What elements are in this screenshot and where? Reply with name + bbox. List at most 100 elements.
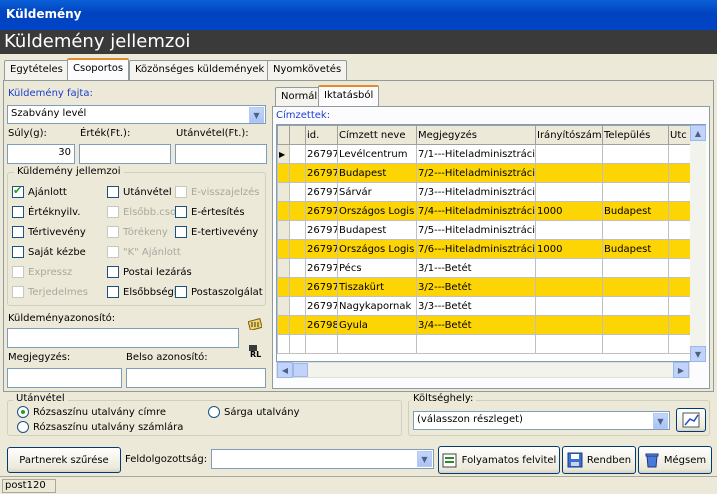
checkbox-0[interactable]: Ajánlott	[12, 184, 67, 198]
radio-pink-address[interactable]: Rózsaszínu utalvány címre	[17, 406, 166, 418]
internal-field[interactable]	[126, 368, 266, 388]
scroll-thumb[interactable]	[293, 363, 308, 377]
table-row[interactable]: 26798 Gyula 3/4---Betét	[277, 315, 705, 335]
column-header[interactable]: Címzett neve	[337, 125, 417, 145]
checkbox-box[interactable]	[12, 184, 24, 198]
cost-select[interactable]: (válasszon részleget) ▼	[413, 411, 670, 430]
note-field[interactable]	[7, 368, 122, 388]
row-selector[interactable]	[277, 239, 290, 259]
column-header[interactable]: id.	[305, 125, 338, 145]
checkbox-box[interactable]	[175, 286, 187, 298]
vertical-scrollbar[interactable]: ▲ ▼	[690, 125, 706, 362]
radio-icon[interactable]	[208, 406, 220, 418]
checkbox-box[interactable]	[12, 246, 24, 258]
cell-note: 7/4---Hiteladminisztráció	[416, 201, 536, 221]
cod-field[interactable]	[175, 144, 267, 164]
row-check[interactable]	[289, 201, 306, 221]
tab-kozonseges[interactable]: Közönséges küldemények	[129, 60, 271, 80]
row-check[interactable]	[289, 277, 306, 297]
scroll-up-icon[interactable]: ▲	[690, 125, 706, 141]
type-select[interactable]: Szabvány levél ▼	[7, 105, 266, 124]
scroll-left-icon[interactable]: ◀	[277, 362, 293, 378]
table-row[interactable]: 26797 Országos Logis 7/6---Hiteladminisztr…	[277, 239, 705, 259]
row-selector[interactable]	[277, 258, 290, 278]
radio-icon[interactable]	[17, 406, 29, 418]
table-row[interactable]: 26797 Nagykapornak 3/3---Betét	[277, 296, 705, 316]
radio-yellow[interactable]: Sárga utalvány	[208, 406, 300, 418]
cell-zip	[535, 163, 603, 183]
id-field[interactable]	[7, 328, 239, 348]
recipients-label: Címzettek:	[276, 110, 331, 121]
value-field[interactable]	[79, 144, 171, 164]
row-check[interactable]	[289, 239, 306, 259]
chevron-down-icon[interactable]: ▼	[653, 413, 668, 429]
chart-button[interactable]	[676, 408, 706, 432]
row-check[interactable]	[289, 163, 306, 183]
row-selector[interactable]	[277, 315, 290, 335]
subtab-normal[interactable]: Normál	[275, 87, 324, 107]
column-header[interactable]: Település	[602, 125, 669, 145]
barcode-icon[interactable]	[247, 317, 263, 331]
checkbox-1[interactable]: Utánvétel	[107, 186, 172, 198]
row-check[interactable]	[289, 296, 306, 316]
table-row[interactable]: ▶ 26797 Levélcentrum 7/1---Hiteladminisztrá…	[277, 144, 705, 164]
checkbox-14[interactable]: Elsőbbségi	[107, 286, 177, 298]
checkbox-box[interactable]	[175, 206, 187, 218]
checkbox-box	[175, 186, 187, 198]
checkbox-box[interactable]	[107, 266, 119, 278]
ok-button[interactable]: Rendben	[562, 446, 636, 474]
internal-id-icon[interactable]: RL	[248, 344, 264, 359]
cancel-button[interactable]: Mégsem	[638, 446, 712, 474]
row-check[interactable]	[289, 315, 306, 335]
horizontal-scrollbar[interactable]: ◀ ▶	[276, 362, 690, 378]
checkbox-9[interactable]: Saját kézbe	[12, 246, 86, 258]
table-row[interactable]: 26797 Pécs 3/1---Betét	[277, 258, 705, 278]
table-row[interactable]: 26797 Budapest 7/5---Hiteladminisztráció	[277, 220, 705, 240]
continuous-entry-button[interactable]: Folyamatos felvitel	[438, 446, 560, 474]
row-check[interactable]	[289, 220, 306, 240]
checkbox-box[interactable]	[107, 286, 119, 298]
recipients-grid[interactable]: id. Címzett neve Megjegyzés Irányítószám Tel…	[276, 124, 706, 362]
checkbox-box[interactable]	[107, 186, 119, 198]
table-row[interactable]: 26797 Országos Logis 7/4---Hiteladminisztr…	[277, 201, 705, 221]
checkbox-box[interactable]	[12, 206, 24, 218]
radio-pink-account[interactable]: Rózsaszínu utalvány számlára	[17, 421, 183, 433]
cell-note: 7/1---Hiteladminisztráció	[416, 144, 536, 164]
radio-icon[interactable]	[17, 421, 29, 433]
row-selector[interactable]	[277, 163, 290, 183]
subtab-iktatasbol[interactable]: Iktatásból	[318, 85, 380, 107]
row-selector[interactable]	[277, 220, 290, 240]
column-header[interactable]: Megjegyzés	[416, 125, 536, 145]
checkbox-box[interactable]	[12, 226, 24, 238]
column-header[interactable]: Irányítószám	[535, 125, 603, 145]
checkbox-8[interactable]: E-tertivevény	[175, 226, 258, 238]
checkbox-12[interactable]: Postai lezárás	[107, 266, 192, 278]
scroll-right-icon[interactable]: ▶	[673, 362, 689, 378]
partner-filter-button[interactable]: Partnerek szűrése	[7, 447, 121, 473]
row-selector[interactable]	[277, 182, 290, 202]
checkbox-15[interactable]: Postaszolgálat	[175, 286, 263, 298]
checkbox-6[interactable]: Tértivevény	[12, 226, 86, 238]
table-row[interactable]: 26797 Tiszakürt 3/2---Betét	[277, 277, 705, 297]
tab-csoportos[interactable]: Csoportos	[67, 58, 130, 80]
cell-zip	[535, 220, 603, 240]
checkbox-box[interactable]	[175, 226, 187, 238]
weight-field[interactable]: 30	[7, 144, 75, 164]
chevron-down-icon[interactable]: ▼	[249, 107, 264, 123]
row-check[interactable]	[289, 258, 306, 278]
row-selector[interactable]	[277, 296, 290, 316]
row-check[interactable]	[289, 182, 306, 202]
row-selector[interactable]	[277, 277, 290, 297]
tab-nyomkovetes[interactable]: Nyomkövetés	[267, 60, 348, 80]
checkbox-3[interactable]: Értéknyilv.	[12, 206, 80, 218]
table-row[interactable]: 26797 Budapest 7/2---Hiteladminisztráció	[277, 163, 705, 183]
chevron-down-icon[interactable]: ▼	[417, 451, 432, 467]
row-check[interactable]	[289, 144, 306, 164]
scroll-down-icon[interactable]: ▼	[690, 346, 706, 362]
checkbox-5[interactable]: E-értesítés	[175, 206, 245, 218]
row-selector[interactable]: ▶	[277, 144, 290, 164]
table-row[interactable]: 26797 Sárvár 7/3---Hiteladminisztráció	[277, 182, 705, 202]
processed-select[interactable]: ▼	[211, 449, 434, 469]
tab-egyteteles[interactable]: Egytételes	[4, 60, 69, 80]
row-selector[interactable]	[277, 201, 290, 221]
